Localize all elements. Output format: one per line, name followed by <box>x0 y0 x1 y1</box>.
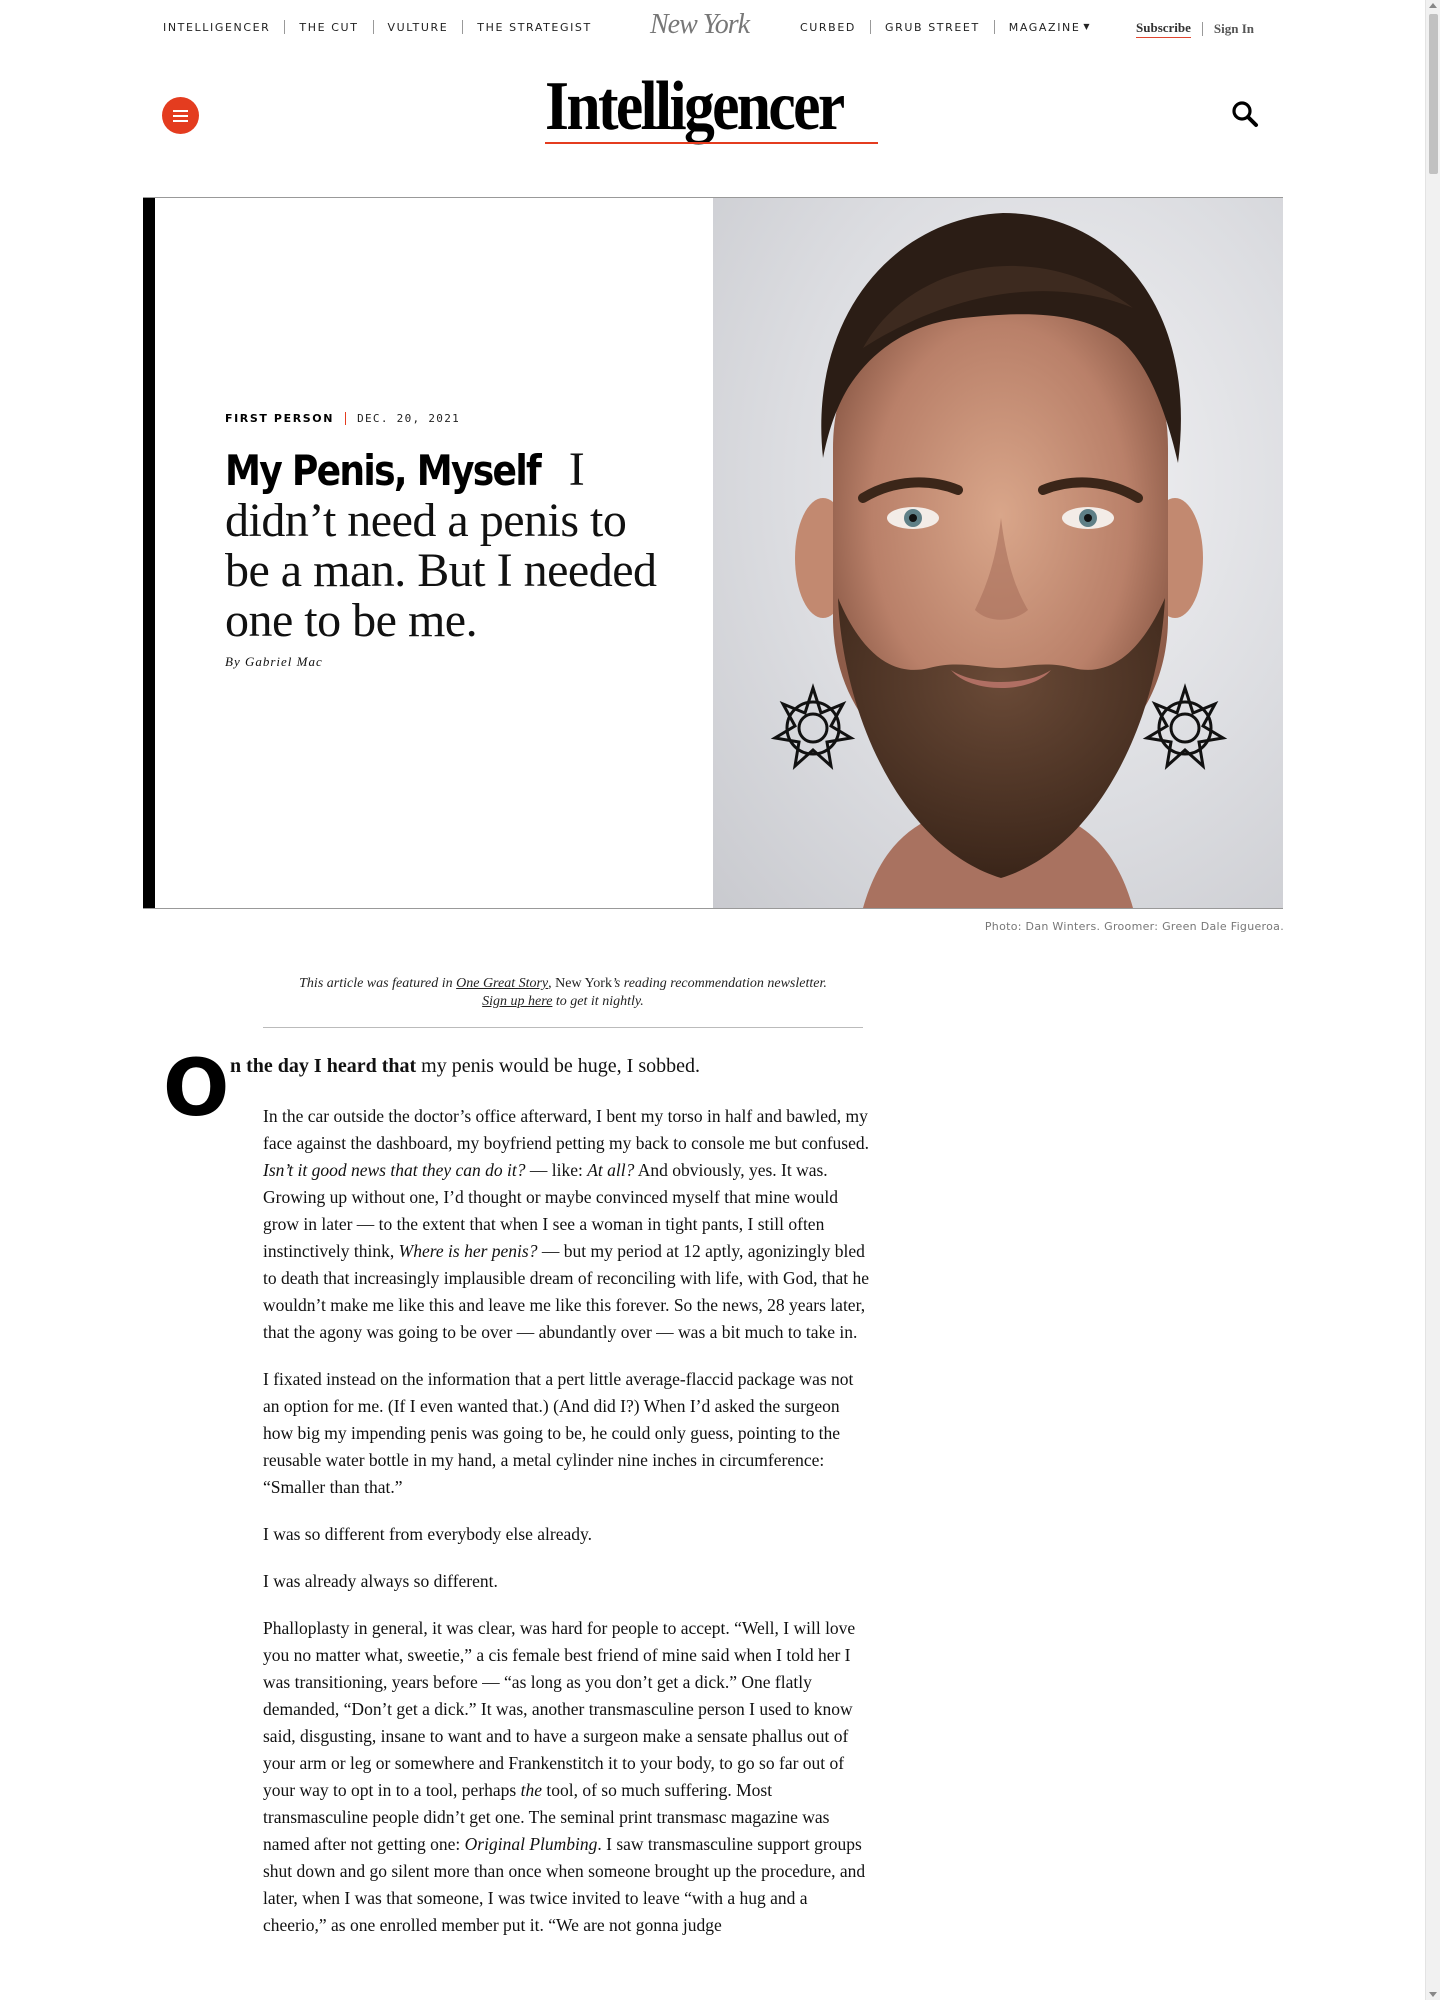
article-paragraph: In the car outside the doctor’s office a… <box>263 1103 869 1346</box>
nav-divider <box>372 20 374 34</box>
nav-divider <box>993 20 995 34</box>
article-paragraph: I was so different from everybody else a… <box>263 1524 592 1544</box>
one-great-story-link[interactable]: One Great Story <box>456 976 548 991</box>
photo-credit: Photo: Dan Winters. Groomer: Green Dale … <box>984 920 1284 933</box>
nav-link-intelligencer[interactable]: INTELLIGENCER <box>163 21 270 34</box>
intelligencer-logo[interactable]: Intelligencer <box>545 72 845 142</box>
hero-text-block: FIRST PERSON DEC. 20, 2021 My Penis, Mys… <box>225 412 665 670</box>
scroll-up-arrow-icon[interactable] <box>1429 3 1437 8</box>
article-paragraph: I fixated instead on the information tha… <box>263 1369 854 1497</box>
subscribe-link[interactable]: Subscribe <box>1136 20 1191 38</box>
nav-link-grub-street[interactable]: GRUB STREET <box>885 21 980 34</box>
paragraph-text: Phalloplasty in general, it was clear, w… <box>263 1618 856 1800</box>
headline-title: My Penis, Myself <box>225 446 542 495</box>
paragraph-italic: Original Plumbing <box>464 1834 598 1854</box>
nav-divider <box>284 20 286 34</box>
paragraph-italic: the <box>520 1780 542 1800</box>
nav-link-magazine[interactable]: MAGAZINE ▼ <box>1009 21 1091 34</box>
top-nav: INTELLIGENCER THE CUT VULTURE THE STRATE… <box>0 0 1425 54</box>
nav-link-vulture[interactable]: VULTURE <box>388 21 449 34</box>
author-link[interactable]: Gabriel Mac <box>245 654 323 669</box>
scrollbar-thumb[interactable] <box>1429 14 1438 174</box>
blurb-publication: , New York <box>548 976 612 991</box>
drop-cap: O <box>163 1044 230 1134</box>
hamburger-icon-line <box>173 119 188 122</box>
nav-divider <box>462 20 464 34</box>
article-paragraph: Phalloplasty in general, it was clear, w… <box>263 1615 869 1939</box>
nav-divider <box>1201 22 1203 36</box>
portrait-illustration <box>770 213 1228 908</box>
nav-link-curbed[interactable]: CURBED <box>800 21 856 34</box>
newsletter-blurb: This article was featured in One Great S… <box>263 975 863 1011</box>
rubric-link[interactable]: FIRST PERSON <box>225 412 334 425</box>
menu-button[interactable] <box>162 97 199 134</box>
byline-prefix: By <box>225 654 241 669</box>
nav-link-the-strategist[interactable]: THE STRATEGIST <box>477 21 592 34</box>
top-nav-right: CURBED GRUB STREET MAGAZINE ▼ <box>800 20 1091 34</box>
article-headline: My Penis, Myself I didn’t need a penis t… <box>225 445 665 646</box>
publish-date: DEC. 20, 2021 <box>357 412 461 425</box>
paragraph-text: — like: <box>525 1160 588 1180</box>
blurb-lead: This article was featured in <box>299 976 453 991</box>
nav-link-the-cut[interactable]: THE CUT <box>299 21 358 34</box>
blurb-description: ’s reading recommendation newsletter. <box>611 976 827 991</box>
sign-in-link[interactable]: Sign In <box>1214 21 1254 37</box>
paragraph-italic: Isn’t it good news that they can do it? <box>263 1160 526 1180</box>
lede-rest: my penis would be huge, I sobbed. <box>416 1055 700 1077</box>
paragraph-text: In the car outside the doctor’s office a… <box>263 1106 870 1153</box>
paragraph-italic: At all? <box>587 1160 635 1180</box>
hamburger-icon-line <box>173 109 188 112</box>
article-hero: FIRST PERSON DEC. 20, 2021 My Penis, Mys… <box>143 197 1283 909</box>
top-nav-left: INTELLIGENCER THE CUT VULTURE THE STRATE… <box>163 20 592 34</box>
search-button[interactable] <box>1230 99 1260 129</box>
byline: By Gabriel Mac <box>225 654 665 670</box>
chevron-down-icon: ▼ <box>1083 21 1092 31</box>
page-scrollbar[interactable] <box>1425 0 1440 2000</box>
account-links: Subscribe Sign In <box>1136 20 1254 38</box>
nav-divider <box>869 20 871 34</box>
article-lede: n the day I heard that my penis would be… <box>230 1055 700 1078</box>
sign-up-link[interactable]: Sign up here <box>482 994 552 1009</box>
kicker-divider <box>345 412 347 425</box>
hero-accent-bar <box>143 198 155 908</box>
logo-underline <box>545 142 878 144</box>
nav-link-magazine-label: MAGAZINE <box>1008 20 1081 34</box>
blurb-divider <box>263 1027 863 1028</box>
hero-portrait-photo <box>713 198 1283 908</box>
scroll-down-arrow-icon[interactable] <box>1429 1992 1437 1997</box>
new-york-logo[interactable]: New York <box>650 9 750 41</box>
paragraph-italic: Where is her penis? <box>398 1241 538 1261</box>
search-icon <box>1232 101 1258 127</box>
blurb-tail: to get it nightly. <box>555 994 644 1009</box>
hamburger-icon-line <box>173 114 188 117</box>
article-body: In the car outside the doctor’s office a… <box>263 1103 869 1959</box>
article-kicker: FIRST PERSON DEC. 20, 2021 <box>225 412 665 425</box>
lede-bold: n the day I heard that <box>230 1055 417 1077</box>
article-paragraph: I was already always so different. <box>263 1571 498 1591</box>
